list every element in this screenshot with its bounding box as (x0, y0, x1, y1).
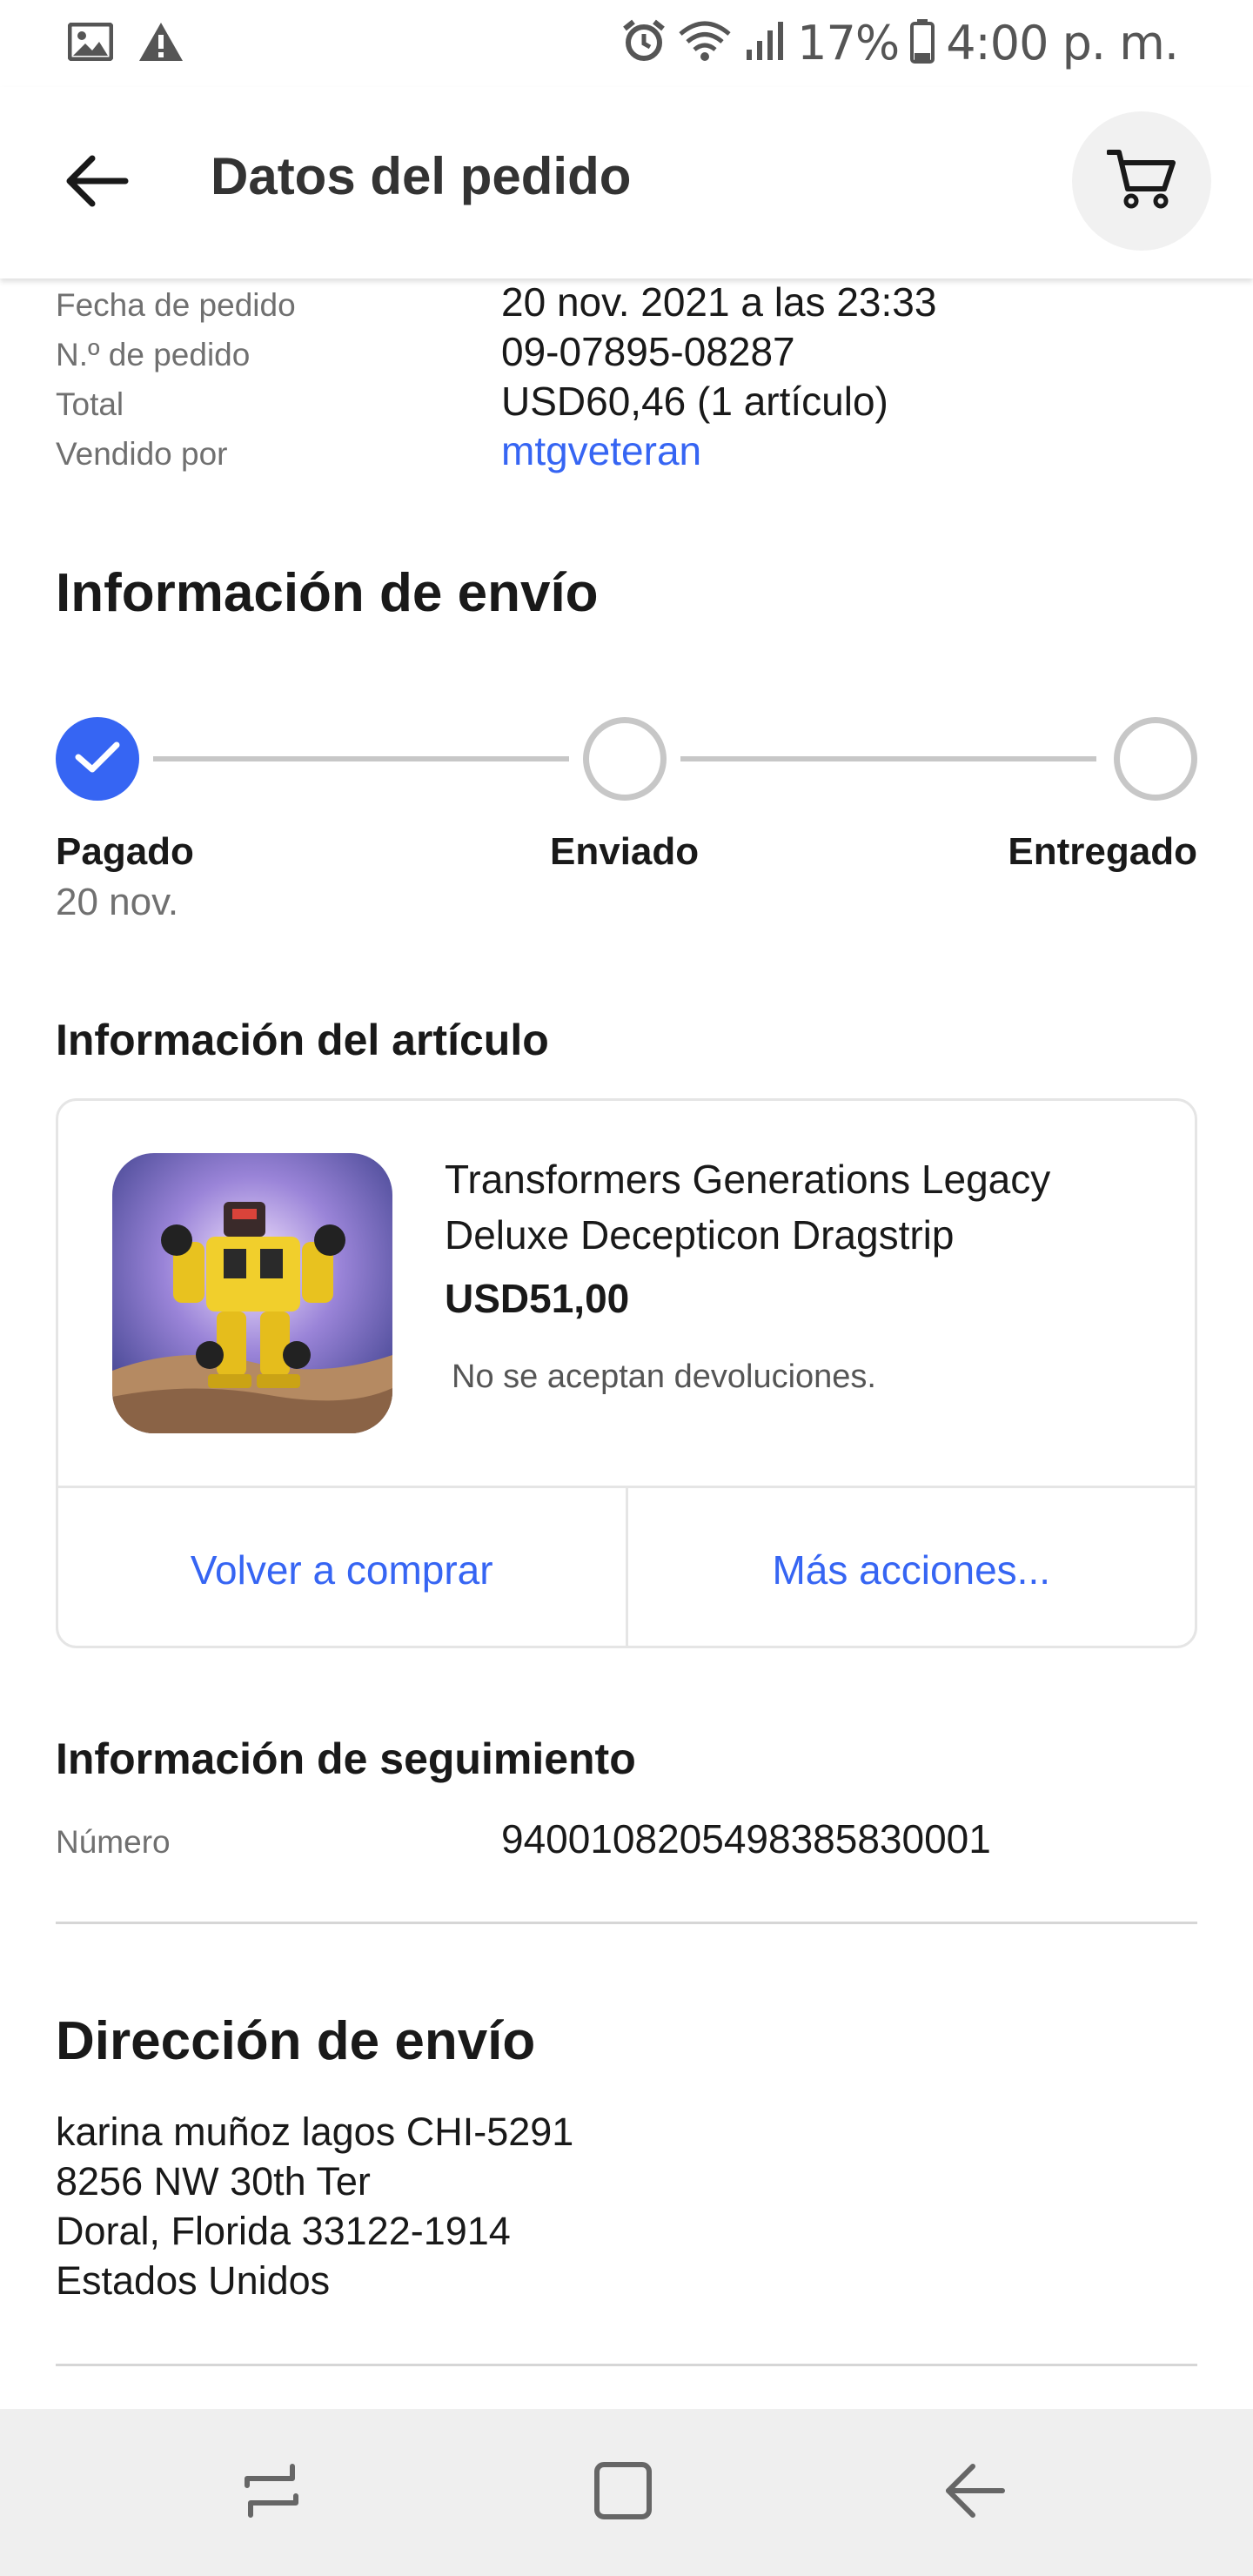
progress-line-1 (153, 756, 569, 761)
back-icon (943, 2459, 1006, 2526)
address-line-name: karina muñoz lagos CHI-5291 (56, 2110, 574, 2154)
recents-button[interactable] (219, 2444, 324, 2541)
step-paid-label: Pagado (56, 830, 194, 873)
section-divider (56, 2364, 1197, 2366)
step-paid-date: 20 nov. (56, 881, 179, 923)
seller-link[interactable]: mtgveteran (501, 427, 701, 474)
order-number-value: 09-07895-08287 (501, 329, 795, 374)
order-number-row: N.º de pedido 09-07895-08287 (56, 328, 1197, 378)
address-line-street: 8256 NW 30th Ter (56, 2159, 371, 2204)
order-total-label: Total (56, 386, 124, 422)
signal-icon (743, 20, 787, 66)
status-bar-left (67, 21, 184, 67)
item-image[interactable] (112, 1153, 392, 1433)
battery-icon (909, 18, 935, 68)
order-total-value: USD60,46 (1 artículo) (501, 379, 888, 424)
sold-by-row: Vendido por mtgveteran (56, 427, 1197, 477)
item-returns-policy: No se aceptan devoluciones. (452, 1358, 876, 1395)
home-icon (592, 2459, 654, 2526)
alarm-icon (621, 18, 667, 68)
address-line-country: Estados Unidos (56, 2258, 331, 2303)
item-card: Transformers Generations Legacy Deluxe D… (56, 1098, 1197, 1648)
arrow-left-icon (66, 155, 129, 211)
home-button[interactable] (571, 2444, 675, 2541)
step-paid-indicator (56, 717, 139, 801)
app-header: Datos del pedido (0, 87, 1253, 278)
step-shipped-indicator (583, 717, 667, 801)
recents-icon (240, 2459, 303, 2526)
tracking-number-value[interactable]: 9400108205498385830001 (501, 1815, 991, 1862)
shipping-progress-tracker: Pagado 20 nov. Enviado Entregado (56, 717, 1197, 943)
item-price: USD51,00 (445, 1276, 630, 1321)
clock: 4:00 p. m. (946, 16, 1179, 70)
order-date-label: Fecha de pedido (56, 287, 296, 323)
status-bar: 17% 4:00 p. m. (0, 0, 1253, 87)
wifi-icon (677, 18, 733, 68)
page-title: Datos del pedido (211, 147, 632, 205)
shipping-address-title: Dirección de envío (56, 2011, 536, 2071)
sold-by-label: Vendido por (56, 436, 228, 472)
tracking-number-row: Número 9400108205498385830001 (56, 1815, 1197, 1865)
more-actions-button[interactable]: Más acciones... (625, 1488, 1196, 1646)
order-number-label: N.º de pedido (56, 337, 251, 372)
item-title-link[interactable]: Transformers Generations Legacy Deluxe D… (445, 1151, 1158, 1263)
nav-back-button[interactable] (922, 2444, 1027, 2541)
step-shipped-label: Enviado (550, 830, 700, 873)
cart-icon (1106, 147, 1176, 216)
image-icon (67, 22, 114, 65)
battery-percent: 17% (797, 16, 900, 70)
progress-line-2 (680, 756, 1096, 761)
address-line-city: Doral, Florida 33122-1914 (56, 2209, 511, 2253)
order-details-content[interactable]: Fecha de pedido 20 nov. 2021 a las 23:33… (0, 278, 1253, 2409)
step-delivered-indicator (1114, 717, 1197, 801)
checkmark-icon (73, 738, 122, 781)
buy-again-button[interactable]: Volver a comprar (58, 1488, 626, 1646)
tracking-number-label: Número (56, 1824, 171, 1860)
item-info-title: Información del artículo (56, 1016, 549, 1064)
order-date-value: 20 nov. 2021 a las 23:33 (501, 279, 937, 325)
item-card-actions: Volver a comprar Más acciones... (58, 1486, 1196, 1646)
shipping-info-title: Información de envío (56, 563, 599, 623)
step-delivered-label: Entregado (1008, 830, 1197, 873)
cart-button[interactable] (1072, 111, 1211, 251)
back-button[interactable] (54, 139, 141, 226)
tracking-info-title: Información de seguimiento (56, 1734, 636, 1783)
warning-icon (137, 21, 184, 67)
section-divider (56, 1922, 1197, 1924)
order-date-row: Fecha de pedido 20 nov. 2021 a las 23:33 (56, 278, 1197, 328)
system-navigation-bar (0, 2409, 1253, 2576)
status-bar-right: 17% 4:00 p. m. (621, 16, 1179, 70)
order-total-row: Total USD60,46 (1 artículo) (56, 378, 1197, 427)
